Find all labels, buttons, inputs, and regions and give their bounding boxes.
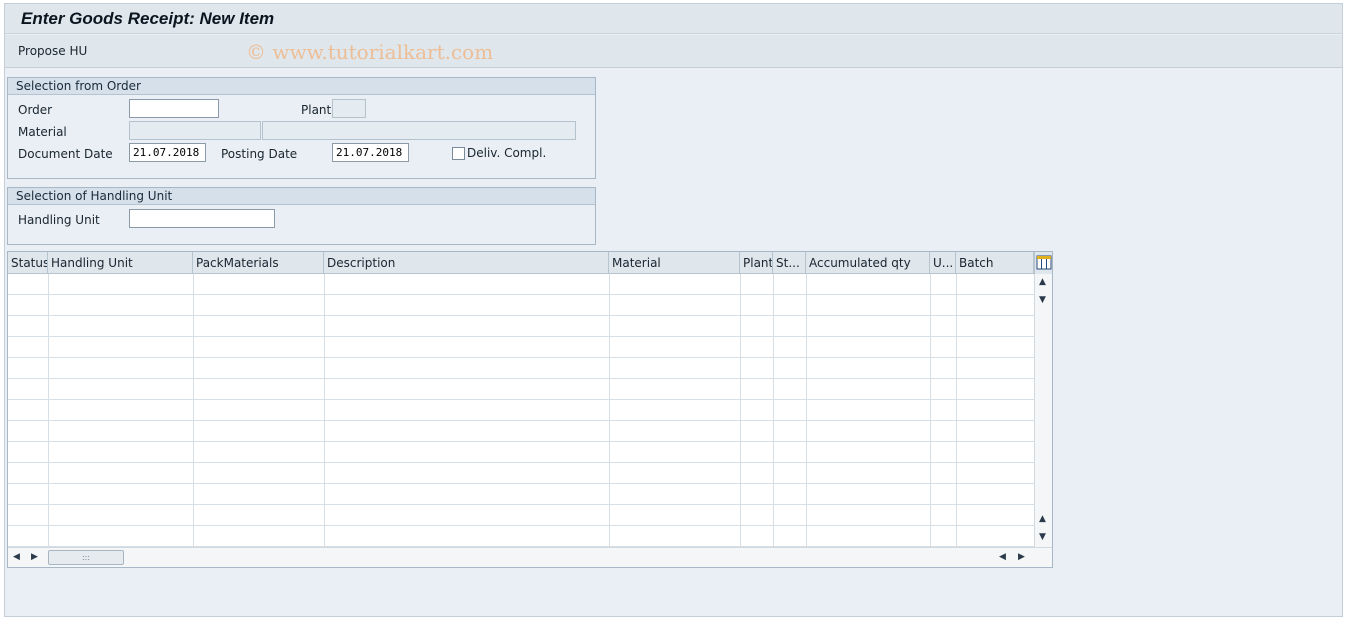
application-toolbar: Propose HU © www.tutorialkart.com (5, 35, 1342, 68)
table-settings-icon[interactable] (1034, 252, 1052, 274)
selection-from-order-group: Selection from Order Order Plant Materia… (7, 77, 596, 179)
table-row[interactable] (8, 274, 1034, 295)
triangle-down-icon[interactable]: ▼ (1039, 295, 1046, 305)
propose-hu-button[interactable]: Propose HU (14, 43, 91, 59)
column-divider (956, 274, 957, 547)
sap-screen: Enter Goods Receipt: New Item Propose HU… (4, 3, 1343, 617)
column-divider (609, 274, 610, 547)
page-title: Enter Goods Receipt: New Item (21, 9, 275, 28)
table-row[interactable] (8, 295, 1034, 316)
handling-unit-label: Handling Unit (18, 213, 100, 227)
table-row[interactable] (8, 505, 1034, 526)
table-row[interactable] (8, 337, 1034, 358)
group-header: Selection of Handling Unit (8, 188, 595, 205)
deliv-compl-label: Deliv. Compl. (467, 146, 547, 160)
watermark: © www.tutorialkart.com (246, 40, 494, 64)
horizontal-scroll-thumb[interactable]: ::: (48, 550, 124, 565)
plant-label: Plant (301, 103, 332, 117)
triangle-right-icon[interactable]: ▶ (1018, 552, 1025, 562)
table-header: Status Handling Unit PackMaterials Descript… (8, 252, 1034, 274)
table-row[interactable] (8, 358, 1034, 379)
plant-field (332, 99, 366, 118)
column-header[interactable]: U... (930, 252, 956, 274)
column-divider (806, 274, 807, 547)
column-header[interactable]: Material (609, 252, 740, 274)
material-description-field (262, 121, 576, 140)
column-header[interactable]: PackMaterials (193, 252, 324, 274)
column-divider (193, 274, 194, 547)
column-divider (930, 274, 931, 547)
column-header[interactable]: Batch (956, 252, 1034, 274)
material-label: Material (18, 125, 67, 139)
table-row[interactable] (8, 463, 1034, 484)
triangle-right-icon[interactable]: ▶ (31, 552, 38, 562)
column-header[interactable]: Accumulated qty (806, 252, 930, 274)
table-row[interactable] (8, 526, 1034, 547)
triangle-up-icon[interactable]: ▲ (1039, 277, 1046, 287)
triangle-left-icon[interactable]: ◀ (999, 552, 1006, 562)
horizontal-scrollbar[interactable]: ◀ ▶ ::: ◀ ▶ (8, 547, 1052, 567)
handling-unit-input[interactable] (129, 209, 275, 228)
posting-date-input[interactable] (332, 143, 409, 162)
document-date-label: Document Date (18, 147, 113, 161)
selection-of-handling-unit-group: Selection of Handling Unit Handling Unit (7, 187, 596, 245)
group-header: Selection from Order (8, 78, 595, 95)
material-field (129, 121, 261, 140)
column-divider (773, 274, 774, 547)
column-header[interactable]: Plant (740, 252, 773, 274)
column-header[interactable]: Handling Unit (48, 252, 193, 274)
column-divider (48, 274, 49, 547)
triangle-down-icon[interactable]: ▼ (1039, 532, 1046, 542)
table-row[interactable] (8, 316, 1034, 337)
order-input[interactable] (129, 99, 219, 118)
column-divider (740, 274, 741, 547)
table-body (8, 274, 1034, 547)
document-date-input[interactable] (129, 143, 206, 162)
triangle-left-icon[interactable]: ◀ (13, 552, 20, 562)
column-divider (324, 274, 325, 547)
table-row[interactable] (8, 421, 1034, 442)
table-row[interactable] (8, 442, 1034, 463)
deliv-compl-checkbox[interactable] (452, 147, 465, 160)
posting-date-label: Posting Date (221, 147, 298, 161)
column-header[interactable]: St... (773, 252, 806, 274)
handling-unit-table: Status Handling Unit PackMaterials Descript… (7, 251, 1053, 568)
column-header[interactable]: Status (8, 252, 48, 274)
column-header[interactable]: Description (324, 252, 609, 274)
triangle-up-icon[interactable]: ▲ (1039, 514, 1046, 524)
vertical-scrollbar[interactable]: ▲ ▼ ▲ ▼ (1034, 274, 1052, 547)
table-row[interactable] (8, 484, 1034, 505)
table-row[interactable] (8, 379, 1034, 400)
order-label: Order (18, 103, 53, 117)
title-bar: Enter Goods Receipt: New Item (5, 4, 1342, 34)
table-row[interactable] (8, 400, 1034, 421)
